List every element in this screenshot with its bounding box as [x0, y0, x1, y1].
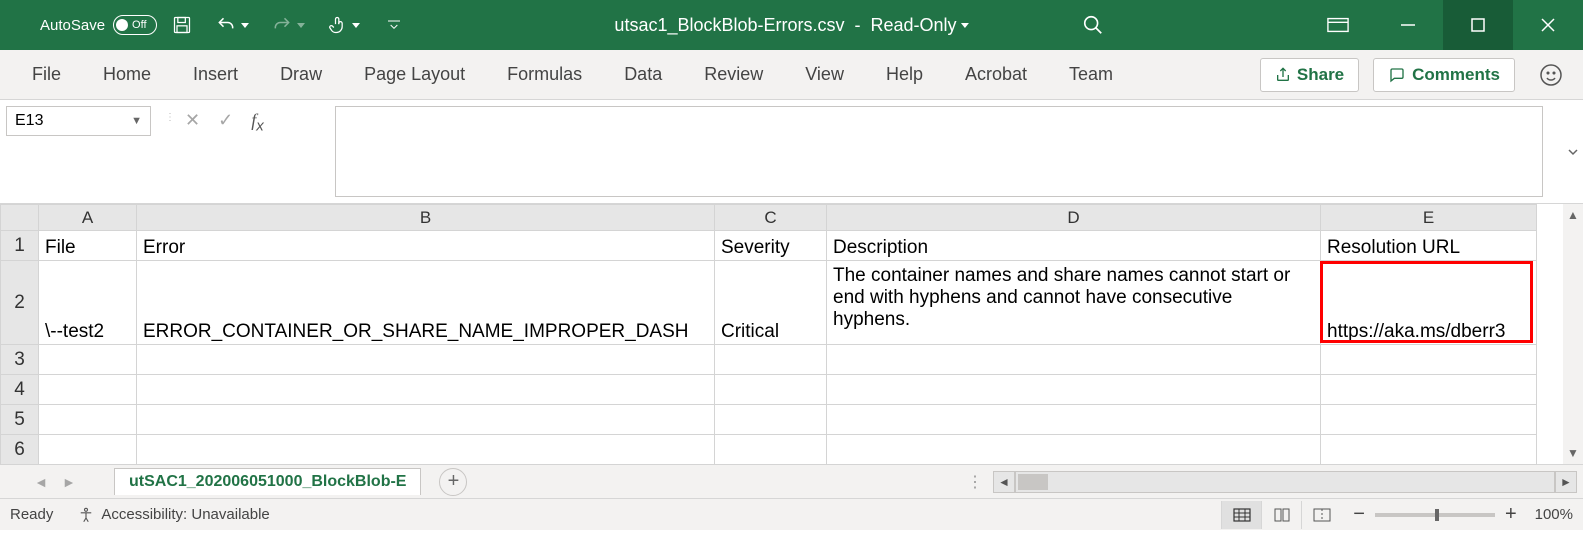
cell-E1[interactable]: Resolution URL — [1321, 231, 1537, 261]
view-normal-icon[interactable] — [1221, 501, 1261, 529]
formula-bar: E13 ▼ ⋮ ✕ ✓ fx — [0, 100, 1583, 204]
cell-C1[interactable]: Severity — [715, 231, 827, 261]
status-ready: Ready — [10, 506, 53, 523]
cell-D1[interactable]: Description — [827, 231, 1321, 261]
sheet-nav-next-icon[interactable]: ► — [62, 474, 76, 490]
insert-function-icon[interactable]: fx — [251, 110, 264, 135]
share-button[interactable]: Share — [1260, 58, 1359, 92]
sheet-tab-active[interactable]: utSAC1_202006051000_BlockBlob-E — [114, 468, 421, 495]
new-sheet-button[interactable]: + — [439, 468, 467, 496]
title-bar: AutoSave Off utsac1_BlockBlob-Errors.csv… — [0, 0, 1583, 50]
formula-input[interactable] — [335, 106, 1543, 197]
col-header-D[interactable]: D — [827, 205, 1321, 231]
cell-B2[interactable]: ERROR_CONTAINER_OR_SHARE_NAME_IMPROPER_D… — [137, 261, 715, 345]
save-icon[interactable] — [163, 5, 201, 45]
tab-formulas[interactable]: Formulas — [501, 54, 588, 95]
tab-team[interactable]: Team — [1063, 54, 1119, 95]
tab-file[interactable]: File — [26, 54, 67, 95]
cell-B1[interactable]: Error — [137, 231, 715, 261]
ribbon-display-button[interactable] — [1303, 0, 1373, 50]
autosave-toggle[interactable]: AutoSave Off — [40, 15, 157, 35]
row-header-4[interactable]: 4 — [1, 375, 39, 405]
col-header-C[interactable]: C — [715, 205, 827, 231]
scroll-down-icon[interactable]: ▼ — [1567, 446, 1579, 460]
tab-help[interactable]: Help — [880, 54, 929, 95]
touch-mode-button[interactable] — [319, 5, 369, 45]
comments-button[interactable]: Comments — [1373, 58, 1515, 92]
sheet-nav-prev-icon[interactable]: ◄ — [34, 474, 48, 490]
hscroll-left-icon[interactable]: ◄ — [993, 471, 1015, 493]
cell-E2[interactable]: https://aka.ms/dberr3 — [1321, 261, 1537, 345]
zoom-in-button[interactable]: + — [1505, 503, 1517, 526]
maximize-button[interactable] — [1443, 0, 1513, 50]
row-header-3[interactable]: 3 — [1, 345, 39, 375]
cell-D2[interactable]: The container names and share names cann… — [827, 261, 1321, 345]
row-header-5[interactable]: 5 — [1, 405, 39, 435]
cell-A3[interactable] — [39, 345, 137, 375]
tab-data[interactable]: Data — [618, 54, 668, 95]
cell-C2[interactable]: Critical — [715, 261, 827, 345]
tab-insert[interactable]: Insert — [187, 54, 244, 95]
accessibility-status[interactable]: Accessibility: Unavailable — [77, 506, 269, 524]
undo-button[interactable] — [207, 5, 257, 45]
search-icon[interactable] — [1063, 14, 1123, 36]
tab-acrobat[interactable]: Acrobat — [959, 54, 1033, 95]
readonly-dropdown[interactable]: Read-Only — [871, 15, 969, 36]
ribbon-tabs: File Home Insert Draw Page Layout Formul… — [0, 50, 1583, 100]
document-title: utsac1_BlockBlob-Errors.csv — [614, 15, 844, 36]
zoom-out-button[interactable]: − — [1353, 503, 1365, 526]
close-button[interactable] — [1513, 0, 1583, 50]
row-header-2[interactable]: 2 — [1, 261, 39, 345]
enter-formula-icon[interactable]: ✓ — [218, 110, 233, 131]
autosave-label: AutoSave — [40, 17, 105, 34]
view-page-layout-icon[interactable] — [1261, 501, 1301, 529]
zoom-slider[interactable] — [1375, 513, 1495, 517]
hscroll-right-icon[interactable]: ► — [1555, 471, 1577, 493]
hscroll-thumb[interactable] — [1018, 474, 1048, 490]
tab-review[interactable]: Review — [698, 54, 769, 95]
tab-draw[interactable]: Draw — [274, 54, 328, 95]
sheet-tab-bar: ◄ ► utSAC1_202006051000_BlockBlob-E + ⋮ … — [0, 464, 1583, 498]
redo-button[interactable] — [263, 5, 313, 45]
col-header-B[interactable]: B — [137, 205, 715, 231]
cell-A2[interactable]: \--test2 — [39, 261, 137, 345]
formula-bar-expand-icon[interactable] — [1563, 100, 1583, 203]
select-all-corner[interactable] — [1, 205, 39, 231]
view-page-break-icon[interactable] — [1301, 501, 1341, 529]
row-header-1[interactable]: 1 — [1, 231, 39, 261]
cell-A1[interactable]: File — [39, 231, 137, 261]
name-box[interactable]: E13 ▼ — [6, 106, 151, 136]
minimize-button[interactable] — [1373, 0, 1443, 50]
qat-customize-button[interactable] — [375, 5, 413, 45]
feedback-smiley-icon[interactable] — [1533, 57, 1569, 93]
tab-page-layout[interactable]: Page Layout — [358, 54, 471, 95]
vertical-scrollbar[interactable]: ▲ ▼ — [1563, 204, 1583, 464]
status-bar: Ready Accessibility: Unavailable − + 100… — [0, 498, 1583, 530]
tab-splitter-icon[interactable]: ⋮ — [967, 472, 985, 492]
cancel-formula-icon[interactable]: ✕ — [185, 110, 200, 131]
scroll-up-icon[interactable]: ▲ — [1567, 208, 1579, 222]
horizontal-scrollbar[interactable]: ◄ ► — [993, 471, 1577, 493]
tab-view[interactable]: View — [799, 54, 850, 95]
col-header-A[interactable]: A — [39, 205, 137, 231]
row-header-6[interactable]: 6 — [1, 435, 39, 465]
col-header-E[interactable]: E — [1321, 205, 1537, 231]
spreadsheet-grid[interactable]: A B C D E 1 File Error Severity Descript… — [0, 204, 1583, 464]
tab-home[interactable]: Home — [97, 54, 157, 95]
zoom-level[interactable]: 100% — [1535, 506, 1573, 523]
